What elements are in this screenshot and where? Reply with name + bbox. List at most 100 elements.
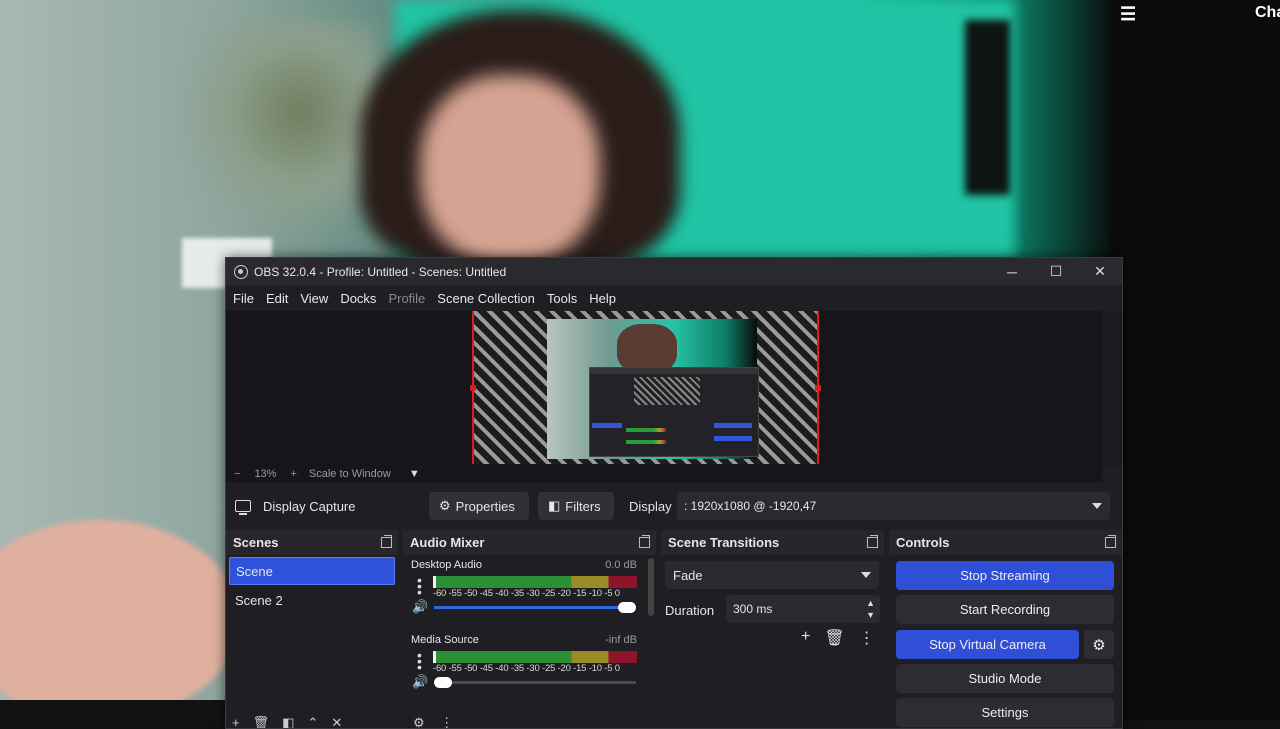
preview-scrollbar[interactable]: [1102, 311, 1122, 466]
undock-icon[interactable]: [1105, 535, 1116, 548]
obs-window: OBS 32.0.4 - Profile: Untitled - Scenes:…: [225, 257, 1123, 729]
preview-area[interactable]: [226, 311, 1102, 466]
meter-scale: -60 -55 -50 -45 -40 -35 -30 -25 -20 -15 …: [433, 663, 620, 674]
stop-streaming-button[interactable]: Stop Streaming: [896, 561, 1114, 590]
transition-select[interactable]: Fade: [665, 561, 879, 589]
scenes-toolbar: + 🗑 ◧ ⌃ ✕: [232, 715, 342, 728]
studio-mode-button[interactable]: Studio Mode: [896, 664, 1114, 693]
more-options-icon[interactable]: • • •: [417, 573, 422, 599]
more-options-icon[interactable]: • • •: [417, 648, 422, 674]
volume-meter: [433, 651, 637, 663]
preview-canvas[interactable]: [470, 311, 821, 464]
menu-docks[interactable]: Docks: [340, 291, 376, 306]
volume-meter: [433, 576, 637, 588]
scene-item-scene-2[interactable]: Scene 2: [229, 587, 395, 613]
menu-profile[interactable]: Profile: [388, 291, 425, 306]
add-icon[interactable]: +: [232, 715, 240, 728]
increment-icon[interactable]: ▲: [866, 598, 875, 608]
menu-file[interactable]: File: [233, 291, 254, 306]
obs-logo-icon: [234, 264, 248, 279]
gear-icon[interactable]: ⚙: [413, 715, 425, 728]
maximize-button[interactable]: ☐: [1034, 258, 1078, 285]
chevron-down-icon: [861, 572, 871, 578]
properties-button[interactable]: ⚙ Properties: [429, 492, 529, 520]
close-button[interactable]: ✕: [1078, 258, 1122, 285]
background-door: [965, 20, 1010, 195]
menu-scene-collection[interactable]: Scene Collection: [437, 291, 535, 306]
source-toolbar: Display Capture ⚙ Properties ◧ Filters D…: [226, 490, 1122, 522]
monitor-icon: [235, 500, 251, 515]
undock-icon[interactable]: [639, 535, 650, 548]
volume-slider[interactable]: [434, 602, 636, 613]
volume-slider[interactable]: [434, 677, 636, 688]
scale-mode-dropdown-icon[interactable]: ▼: [409, 468, 420, 480]
menu-bar: File Edit View Docks Profile Scene Colle…: [226, 285, 1122, 311]
decrement-icon[interactable]: ▼: [866, 610, 875, 620]
undock-icon[interactable]: [381, 535, 392, 548]
move-up-icon[interactable]: ⌃: [307, 715, 318, 728]
filters-button[interactable]: ◧ Filters: [538, 492, 614, 520]
trash-icon[interactable]: 🗑: [253, 715, 270, 728]
virtual-camera-settings-button[interactable]: ⚙: [1084, 630, 1114, 659]
dark-side-panel: [1110, 0, 1280, 720]
menu-view[interactable]: View: [300, 291, 328, 306]
scene-item-scene[interactable]: Scene: [229, 557, 395, 585]
controls-header: Controls: [889, 530, 1122, 555]
filter-icon: ◧: [548, 498, 561, 513]
zoom-in-button[interactable]: +: [290, 468, 296, 480]
gear-icon: ⚙: [1092, 636, 1106, 654]
window-title: OBS 32.0.4 - Profile: Untitled - Scenes:…: [254, 264, 507, 279]
hamburger-icon[interactable]: ☰: [1120, 4, 1136, 25]
channel-db: 0.0 dB: [605, 559, 637, 571]
title-bar[interactable]: OBS 32.0.4 - Profile: Untitled - Scenes:…: [226, 258, 1122, 285]
scenes-dock: Scenes Scene Scene 2 + 🗑 ◧ ⌃ ✕: [226, 530, 398, 728]
menu-edit[interactable]: Edit: [266, 291, 288, 306]
meter-scale: -60 -55 -50 -45 -40 -35 -30 -25 -20 -15 …: [433, 588, 620, 599]
channel-db: -inf dB: [605, 634, 637, 646]
minimize-button[interactable]: ─: [990, 258, 1034, 285]
chevron-down-icon: [1092, 503, 1102, 509]
speaker-icon[interactable]: 🔊: [412, 599, 428, 615]
display-label: Display: [629, 499, 672, 514]
controls-dock: Controls Stop Streaming Start Recording …: [889, 530, 1122, 728]
scale-mode[interactable]: Scale to Window: [309, 468, 391, 480]
more-options-icon[interactable]: ⋮: [859, 628, 875, 648]
undock-icon[interactable]: [867, 535, 878, 548]
channel-name: Desktop Audio: [411, 559, 482, 571]
zoom-out-button[interactable]: −: [234, 468, 240, 480]
transition-toolbar: + 🗑 ⋮: [801, 628, 875, 648]
scene-transitions-dock: Scene Transitions Fade Duration 300 ms ▲…: [661, 530, 884, 728]
selected-source-name: Display Capture: [263, 498, 356, 514]
close-icon[interactable]: ✕: [331, 715, 342, 728]
mixer-scrollbar[interactable]: [648, 558, 654, 616]
settings-button[interactable]: Settings: [896, 698, 1114, 727]
preview-nested-obs: [589, 367, 759, 457]
duration-label: Duration: [665, 603, 715, 618]
gear-icon: ⚙: [439, 498, 451, 513]
resize-handle-right[interactable]: [815, 385, 821, 391]
zoom-level: 13%: [254, 468, 277, 480]
speaker-icon[interactable]: 🔊: [412, 674, 428, 690]
trash-icon[interactable]: 🗑: [824, 628, 844, 648]
bottom-strip: [0, 700, 230, 720]
stop-virtual-camera-button[interactable]: Stop Virtual Camera: [896, 630, 1079, 659]
duration-input[interactable]: 300 ms ▲ ▼: [726, 595, 880, 623]
zoom-bar: − 13% + Scale to Window ▼: [226, 466, 1102, 482]
display-capture-preview: [547, 319, 759, 459]
start-recording-button[interactable]: Start Recording: [896, 595, 1114, 624]
person-arm: [0, 520, 240, 720]
filter-icon[interactable]: ◧: [282, 715, 294, 728]
display-select[interactable]: : 1920x1080 @ -1920,47: [677, 492, 1110, 520]
mixer-toolbar: ⚙ ⋮: [413, 715, 453, 728]
background-plant: [180, 20, 380, 250]
scene-transitions-header: Scene Transitions: [661, 530, 884, 555]
resize-handle-left[interactable]: [470, 385, 476, 391]
add-icon[interactable]: +: [801, 628, 810, 648]
more-options-icon[interactable]: ⋮: [440, 715, 453, 728]
channel-name: Media Source: [411, 634, 479, 646]
mixer-channel-media-source: Media Source -inf dB • • • -60 -55 -50 -45…: [403, 630, 656, 705]
person-face: [420, 75, 600, 265]
menu-tools[interactable]: Tools: [547, 291, 577, 306]
menu-help[interactable]: Help: [589, 291, 616, 306]
audio-mixer-dock: Audio Mixer Desktop Audio 0.0 dB • • • -60…: [403, 530, 656, 728]
